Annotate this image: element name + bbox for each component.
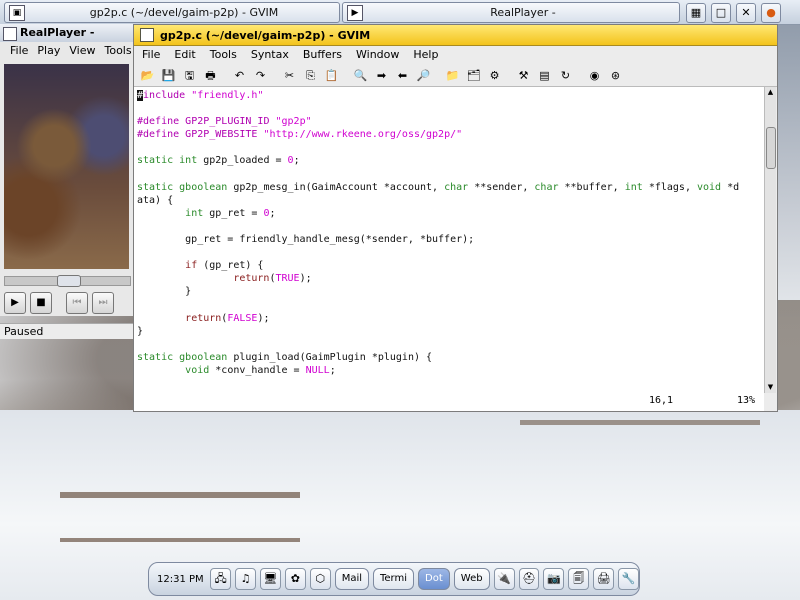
close-icon[interactable]: ✕ — [736, 3, 756, 23]
audio-icon[interactable]: ♫ — [235, 568, 256, 590]
search-icon[interactable]: 🔎 — [414, 66, 433, 85]
gvim-title: gp2p.c (~/devel/gaim-p2p) - GVIM — [160, 28, 371, 42]
gvim-toolbar: 📂 💾 🖫 🖶 ↶ ↷ ✂ ⎘ 📋 🔍 ➡ ⬅ 🔎 📁 🗂 ⚙ ⚒ ▤ ↻ ◉ … — [134, 64, 777, 87]
gvim-close-icon[interactable] — [140, 28, 154, 42]
run-script-icon[interactable]: ⚙ — [485, 66, 504, 85]
paste-icon[interactable]: 📋 — [322, 66, 341, 85]
clock[interactable]: 12:31 PM — [157, 574, 206, 585]
print-icon[interactable]: 🖶 — [201, 66, 220, 85]
monitor-icon[interactable]: 🖥 — [259, 568, 281, 590]
save-session-icon[interactable]: 🗂 — [464, 66, 483, 85]
gvim-icon: ▣ — [9, 4, 25, 21]
mail-button[interactable]: Mail — [334, 568, 369, 590]
save-all-icon[interactable]: 🖫 — [180, 66, 199, 85]
shell-icon[interactable]: ▤ — [535, 66, 554, 85]
cut-icon[interactable]: ✂ — [280, 66, 299, 85]
video-frame[interactable] — [4, 64, 129, 269]
video-image — [4, 64, 129, 269]
playback-controls: ▶ ■ ⏮ ⏭ — [4, 292, 114, 314]
stop-icon[interactable]: ■ — [30, 292, 52, 314]
dot-button[interactable]: Dot — [418, 568, 450, 590]
copy-icon[interactable]: ⎘ — [301, 66, 320, 85]
code-lines: #include "friendly.h" #define GP2P_PLUGI… — [137, 90, 740, 376]
redo-icon[interactable]: ↷ — [251, 66, 270, 85]
realplayer-title: RealPlayer - — [20, 26, 95, 39]
find-previous-icon[interactable]: ⬅ — [393, 66, 412, 85]
task-realplayer[interactable]: ▶ RealPlayer - — [342, 2, 680, 23]
scroll-up-icon[interactable]: ▲ — [765, 87, 776, 98]
window-list-icon[interactable]: ▦ — [686, 3, 706, 23]
terminal-button[interactable]: Termi — [373, 568, 415, 590]
vim-statusline: 16,1 13% — [134, 391, 764, 411]
tags-icon[interactable]: ↻ — [556, 66, 575, 85]
vertical-scrollbar[interactable]: ▲ ▼ — [764, 87, 776, 393]
web-button[interactable]: Web — [453, 568, 490, 590]
save-icon[interactable]: 💾 — [159, 66, 178, 85]
package-icon[interactable]: ⬡ — [309, 568, 331, 590]
gv-menu-help[interactable]: Help — [413, 46, 438, 64]
task-gvim[interactable]: ▣ gp2p.c (~/devel/gaim-p2p) - GVIM — [4, 2, 340, 23]
realplayer-close-icon[interactable] — [3, 27, 17, 41]
load-session-icon[interactable]: 📁 — [443, 66, 462, 85]
task-realplayer-label: RealPlayer - — [490, 6, 556, 19]
gv-menu-tools[interactable]: Tools — [210, 46, 237, 64]
find-replace-icon[interactable]: 🔍 — [351, 66, 370, 85]
top-taskbar: ▣ gp2p.c (~/devel/gaim-p2p) - GVIM ▶ Rea… — [0, 0, 800, 25]
lifebuoy-icon[interactable]: ⛑ — [518, 568, 540, 590]
rp-menu-file[interactable]: File — [10, 42, 28, 60]
realplayer-titlebar[interactable]: RealPlayer - — [0, 24, 133, 42]
realplayer-icon: ▶ — [347, 4, 363, 21]
realplayer-menubar: File Play View Tools — [0, 42, 133, 60]
wallpaper-fence-right — [520, 420, 760, 455]
gv-menu-edit[interactable]: Edit — [174, 46, 195, 64]
network-icon[interactable]: 🖧 — [210, 568, 232, 590]
seek-knob[interactable] — [57, 275, 81, 287]
undo-icon[interactable]: ↶ — [230, 66, 249, 85]
code-text: #include "friendly.h" #define GP2P_PLUGI… — [134, 87, 764, 377]
open-icon[interactable]: 📂 — [138, 66, 157, 85]
tools-icon[interactable]: 🔧 — [618, 568, 640, 590]
plug-icon[interactable]: 🔌 — [493, 568, 515, 590]
scroll-thumb[interactable] — [766, 127, 776, 169]
settings-icon[interactable]: ✿ — [284, 568, 306, 590]
realplayer-window: RealPlayer - File Play View Tools ▶ ■ ⏮ … — [0, 24, 134, 339]
bottom-panel: 12:31 PM 🖧 ♫ 🖥 ✿ ⬡ Mail Termi Dot Web 🔌 … — [148, 562, 640, 596]
next-icon[interactable]: ⏭ — [92, 292, 114, 314]
maximize-icon[interactable]: □ — [711, 3, 731, 23]
realplayer-status: Paused — [0, 323, 133, 339]
gv-menu-buffers[interactable]: Buffers — [303, 46, 342, 64]
gvim-titlebar[interactable]: gp2p.c (~/devel/gaim-p2p) - GVIM — [134, 25, 777, 46]
help-icon[interactable]: ◉ — [585, 66, 604, 85]
make-icon[interactable]: ⚒ — [514, 66, 533, 85]
gv-menu-syntax[interactable]: Syntax — [251, 46, 289, 64]
firefox-icon[interactable]: ● — [761, 3, 781, 23]
cursor-position: 16,1 — [649, 395, 674, 406]
rp-menu-tools[interactable]: Tools — [104, 42, 131, 60]
find-help-icon[interactable]: ⊛ — [606, 66, 625, 85]
camera-icon[interactable]: 📷 — [543, 568, 565, 590]
scroll-percent: 13% — [737, 395, 756, 406]
gv-menu-window[interactable]: Window — [356, 46, 399, 64]
find-next-icon[interactable]: ➡ — [372, 66, 391, 85]
gv-menu-file[interactable]: File — [142, 46, 160, 64]
code-editor[interactable]: #include "friendly.h" #define GP2P_PLUGI… — [134, 87, 764, 391]
wallpaper-fence — [60, 492, 300, 542]
gvim-window: gp2p.c (~/devel/gaim-p2p) - GVIM File Ed… — [133, 24, 778, 412]
rp-menu-play[interactable]: Play — [37, 42, 60, 60]
printer-icon[interactable]: 🖨 — [593, 568, 615, 590]
play-icon[interactable]: ▶ — [4, 292, 26, 314]
task-gvim-label: gp2p.c (~/devel/gaim-p2p) - GVIM — [89, 6, 279, 19]
previous-icon[interactable]: ⏮ — [66, 292, 88, 314]
gvim-menubar: File Edit Tools Syntax Buffers Window He… — [134, 46, 777, 64]
scroll-down-icon[interactable]: ▼ — [765, 382, 776, 393]
seek-slider[interactable] — [4, 275, 131, 287]
rp-menu-view[interactable]: View — [69, 42, 95, 60]
files-icon[interactable]: 🗐 — [568, 568, 590, 590]
